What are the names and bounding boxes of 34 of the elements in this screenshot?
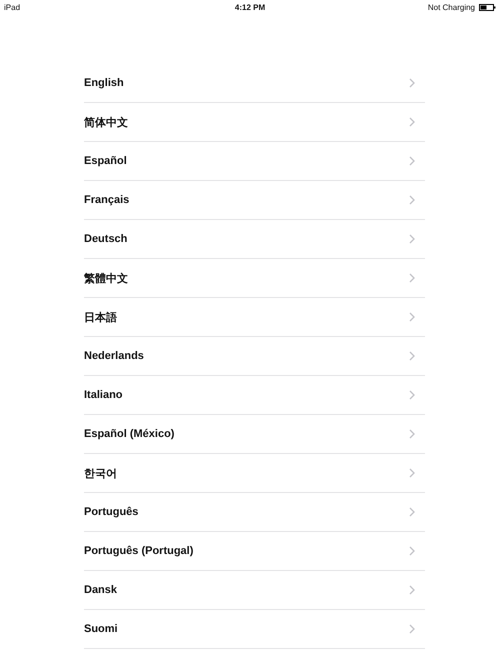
charging-status: Not Charging — [428, 2, 475, 12]
chevron-icon — [409, 546, 415, 556]
clock-time: 4:12 PM — [234, 2, 266, 12]
chevron-icon — [409, 507, 415, 517]
chevron-icon — [409, 273, 415, 283]
language-item[interactable]: Español (México) — [84, 415, 425, 454]
chevron-icon — [409, 234, 415, 244]
language-item[interactable]: Português (Portugal) — [84, 532, 425, 571]
language-item[interactable]: 한국어 — [84, 454, 425, 493]
chevron-icon — [409, 195, 415, 205]
language-item[interactable]: Nederlands — [84, 337, 425, 376]
language-item[interactable]: 日本語 — [84, 298, 425, 337]
chevron-icon — [409, 585, 415, 595]
language-item[interactable]: Español — [84, 142, 425, 181]
language-item[interactable]: Português — [84, 493, 425, 532]
chevron-icon — [409, 390, 415, 400]
language-item[interactable]: Italiano — [84, 376, 425, 415]
language-item[interactable]: Suomi — [84, 610, 425, 649]
language-item[interactable]: Français — [84, 181, 425, 220]
language-item[interactable]: 简体中文 — [84, 103, 425, 142]
chevron-icon — [409, 78, 415, 88]
chevron-icon — [409, 117, 415, 127]
language-item[interactable]: Dansk — [84, 571, 425, 610]
chevron-icon — [409, 624, 415, 634]
device-name: iPad — [4, 2, 20, 12]
language-item[interactable]: 繁體中文 — [84, 259, 425, 298]
battery-icon — [479, 4, 496, 10]
chevron-icon — [409, 351, 415, 361]
chevron-icon — [409, 429, 415, 439]
chevron-icon — [409, 312, 415, 322]
language-item[interactable]: English — [84, 64, 425, 103]
chevron-icon — [409, 156, 415, 166]
chevron-icon — [409, 468, 415, 478]
language-item[interactable]: Deutsch — [84, 220, 425, 259]
